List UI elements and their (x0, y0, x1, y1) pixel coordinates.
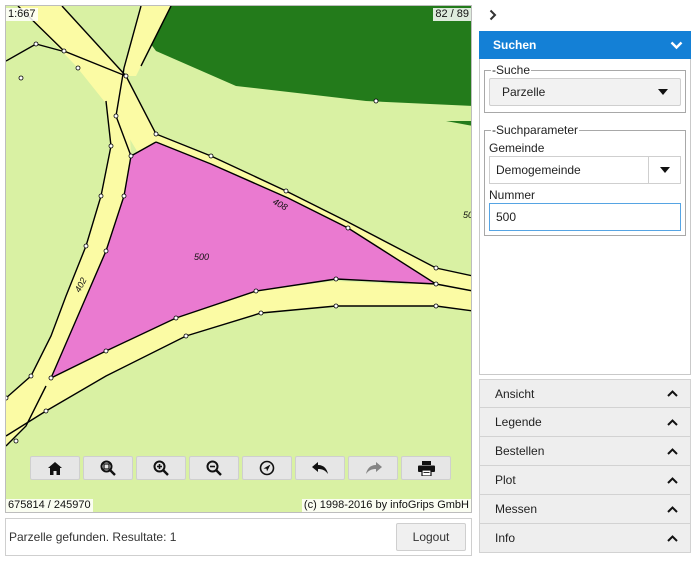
map-canvas[interactable]: 500 408 402 50 (6, 6, 472, 513)
locate-button[interactable] (242, 456, 292, 480)
gemeinde-value: Demogemeinde (496, 163, 581, 177)
zoom-box-button[interactable] (83, 456, 133, 480)
zoom-in-icon (153, 460, 169, 476)
chevron-right-icon (489, 9, 497, 21)
parcel-label-500: 500 (194, 252, 209, 262)
accordion-label: Legende (495, 415, 542, 429)
accordion-label: Info (495, 531, 516, 545)
map-toolbar (30, 456, 451, 480)
home-button[interactable] (30, 456, 80, 480)
undo-button[interactable] (295, 456, 345, 480)
location-arrow-icon (259, 460, 275, 476)
page-counter: 82 / 89 (433, 8, 471, 21)
caret-down-icon (659, 167, 670, 173)
gemeinde-dropdown-button[interactable] (648, 157, 680, 183)
gemeinde-label: Gemeinde (489, 141, 545, 155)
gemeinde-combobox[interactable]: Demogemeinde (489, 156, 681, 184)
printer-icon (417, 460, 435, 476)
scale-label: 1:667 (6, 8, 38, 21)
coordinates-readout: 675814 / 245970 (6, 499, 93, 512)
status-bar: Parzelle gefunden. Resultate: 1 Logout (5, 518, 472, 556)
accordion-legende[interactable]: Legende (479, 408, 691, 437)
parcel-label-edge: 50 (463, 210, 472, 220)
chevron-up-icon (667, 534, 678, 542)
zoom-in-button[interactable] (136, 456, 186, 480)
search-type-legend: -Suche (492, 63, 531, 77)
search-panel-header[interactable]: Suchen (479, 31, 691, 59)
accordion-plot[interactable]: Plot (479, 466, 691, 495)
accordion-label: Ansicht (495, 386, 535, 401)
undo-arrow-icon (311, 462, 328, 474)
search-params-fieldset: -Suchparameter Gemeinde Demogemeinde Num… (484, 123, 686, 236)
logout-button[interactable]: Logout (396, 523, 466, 551)
search-type-fieldset: -Suche Parzelle (484, 63, 686, 113)
panel-accordion: Ansicht Legende Bestellen Plot Messen In… (479, 379, 691, 553)
accordion-label: Plot (495, 473, 516, 487)
accordion-ansicht[interactable]: Ansicht (479, 379, 691, 408)
home-icon (48, 461, 62, 475)
zoom-out-button[interactable] (189, 456, 239, 480)
nummer-input[interactable] (489, 203, 681, 231)
copyright-label: (c) 1998-2016 by infoGrips GmbH (301, 499, 471, 512)
side-panel: Suchen -Suche Parzelle -Suchparameter Ge… (479, 31, 691, 556)
caret-down-icon (658, 89, 668, 95)
accordion-bestellen[interactable]: Bestellen (479, 437, 691, 466)
chevron-down-icon (670, 41, 683, 49)
status-message: Parzelle gefunden. Resultate: 1 (9, 530, 177, 544)
chevron-up-icon (667, 447, 678, 455)
search-type-select[interactable]: Parzelle (489, 78, 681, 106)
print-button[interactable] (401, 456, 451, 480)
collapse-panel-button[interactable] (486, 6, 500, 24)
map-view[interactable]: 500 408 402 50 1:667 82 / 89 675814 / 24… (5, 5, 472, 513)
zoom-out-icon (206, 460, 222, 476)
nummer-label: Nummer (489, 188, 536, 202)
chevron-up-icon (667, 418, 678, 426)
chevron-up-icon (667, 505, 678, 513)
redo-arrow-icon (365, 462, 382, 474)
redo-button[interactable] (348, 456, 398, 480)
chevron-up-icon (667, 476, 678, 484)
search-params-legend: -Suchparameter (492, 123, 579, 137)
accordion-label: Messen (495, 502, 538, 516)
chevron-up-icon (667, 390, 678, 397)
zoom-box-icon (100, 460, 116, 476)
search-panel-title: Suchen (493, 38, 537, 52)
search-type-value: Parzelle (502, 85, 546, 99)
accordion-label: Bestellen (495, 444, 545, 458)
search-panel-body: -Suche Parzelle -Suchparameter Gemeinde … (479, 59, 691, 375)
accordion-info[interactable]: Info (479, 524, 691, 553)
accordion-messen[interactable]: Messen (479, 495, 691, 524)
